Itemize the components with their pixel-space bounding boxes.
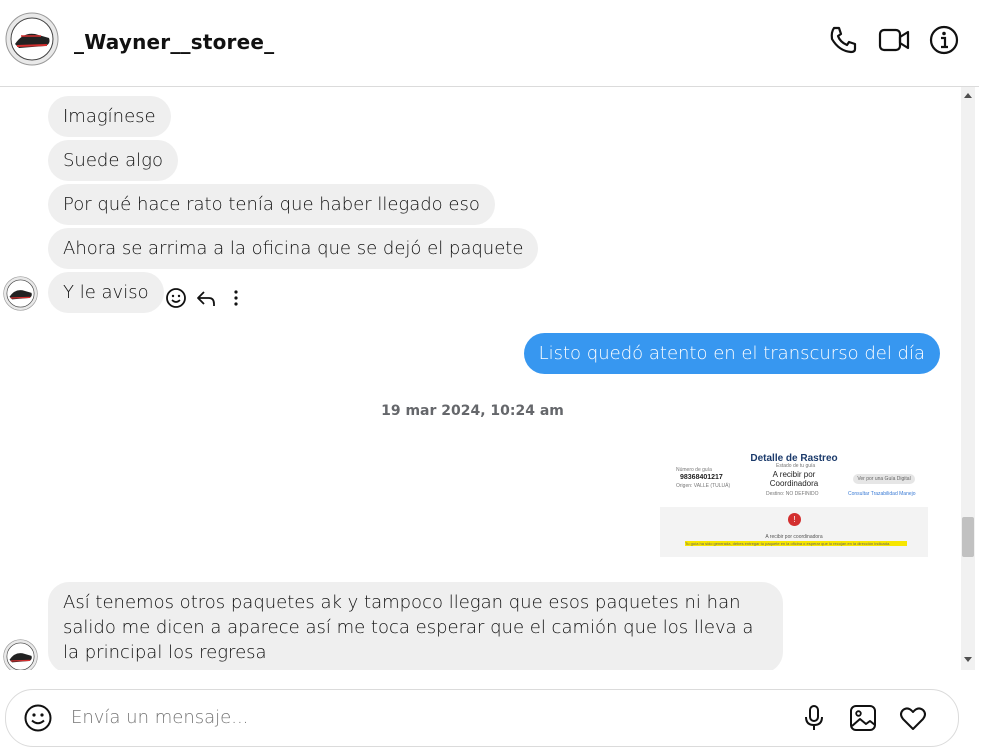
message-input[interactable] xyxy=(69,706,773,729)
message-bubble[interactable]: Ahora se arrima a la oficina que se dejó… xyxy=(48,228,539,269)
message-composer xyxy=(5,689,959,747)
chat-header: _Wayner__storee_ xyxy=(0,0,979,87)
message-bubble[interactable]: Y le aviso xyxy=(48,272,164,313)
tracking-status-box: ! A recibir por coordinadora Tu guía ha … xyxy=(660,507,928,557)
react-emoji-icon[interactable] xyxy=(165,287,187,309)
message-bubble[interactable]: Así tenemos otros paquetes ak y tampoco … xyxy=(48,582,783,670)
scrollbar[interactable] xyxy=(961,87,975,670)
message-thread[interactable]: Imagínese Suede algo Por qué hace rato t… xyxy=(0,87,960,670)
microphone-icon[interactable] xyxy=(799,703,829,733)
video-icon[interactable] xyxy=(878,24,910,56)
phone-icon[interactable] xyxy=(827,24,859,56)
message-bubble[interactable]: Imagínese xyxy=(48,96,171,137)
image-icon[interactable] xyxy=(848,703,878,733)
destination-value: NO DEFINIDO xyxy=(785,491,819,497)
profile-avatar[interactable] xyxy=(5,12,59,66)
origin-value: VALLE (TULUÁ) xyxy=(693,483,731,489)
sender-avatar[interactable] xyxy=(3,639,38,670)
message-bubble[interactable]: Por qué hace rato tenía que haber llegad… xyxy=(48,184,495,225)
scroll-down-arrow-icon[interactable] xyxy=(964,657,972,662)
tracking-highlight: Tu guía ha sido generada, debes entregar… xyxy=(685,541,907,546)
status-label: Estado de tu guía xyxy=(776,463,816,469)
status-value: A recibir por Coordinadora xyxy=(769,470,819,488)
my-message-bubble[interactable]: Listo quedó atento en el transcurso del … xyxy=(523,333,940,374)
guide-label: Número de guía xyxy=(676,467,712,473)
message-bubble[interactable]: Suede algo xyxy=(48,140,178,181)
store-logo-icon xyxy=(3,639,38,670)
conversation-title[interactable]: _Wayner__storee_ xyxy=(74,30,274,54)
reply-icon[interactable] xyxy=(195,287,217,309)
scrollbar-thumb[interactable] xyxy=(962,517,974,557)
store-logo-icon xyxy=(5,12,59,66)
heart-icon[interactable] xyxy=(898,703,928,733)
destination-label: Destino: xyxy=(766,491,785,497)
store-logo-icon xyxy=(3,276,38,311)
scroll-up-arrow-icon[interactable] xyxy=(964,93,972,98)
shared-image-tracking[interactable]: Detalle de Rastreo Número de guía 983684… xyxy=(658,449,934,559)
box-status: A recibir por coordinadora xyxy=(765,534,823,540)
more-options-icon[interactable] xyxy=(228,287,244,309)
tracking-link: Consultar Trazabilidad Manejo xyxy=(848,491,916,497)
timestamp: 19 mar 2024, 10:24 am xyxy=(381,403,564,419)
sender-avatar[interactable] xyxy=(3,276,38,311)
guide-number: 98368401217 xyxy=(680,474,723,481)
tracking-pill: Ver por una Guía Digital xyxy=(853,474,915,484)
origin-label: Origen: xyxy=(676,483,693,489)
alert-icon: ! xyxy=(788,513,801,526)
highlight-text: Tu guía ha sido generada, debes entregar… xyxy=(685,541,891,546)
emoji-icon[interactable] xyxy=(23,703,53,733)
info-icon[interactable] xyxy=(928,24,960,56)
